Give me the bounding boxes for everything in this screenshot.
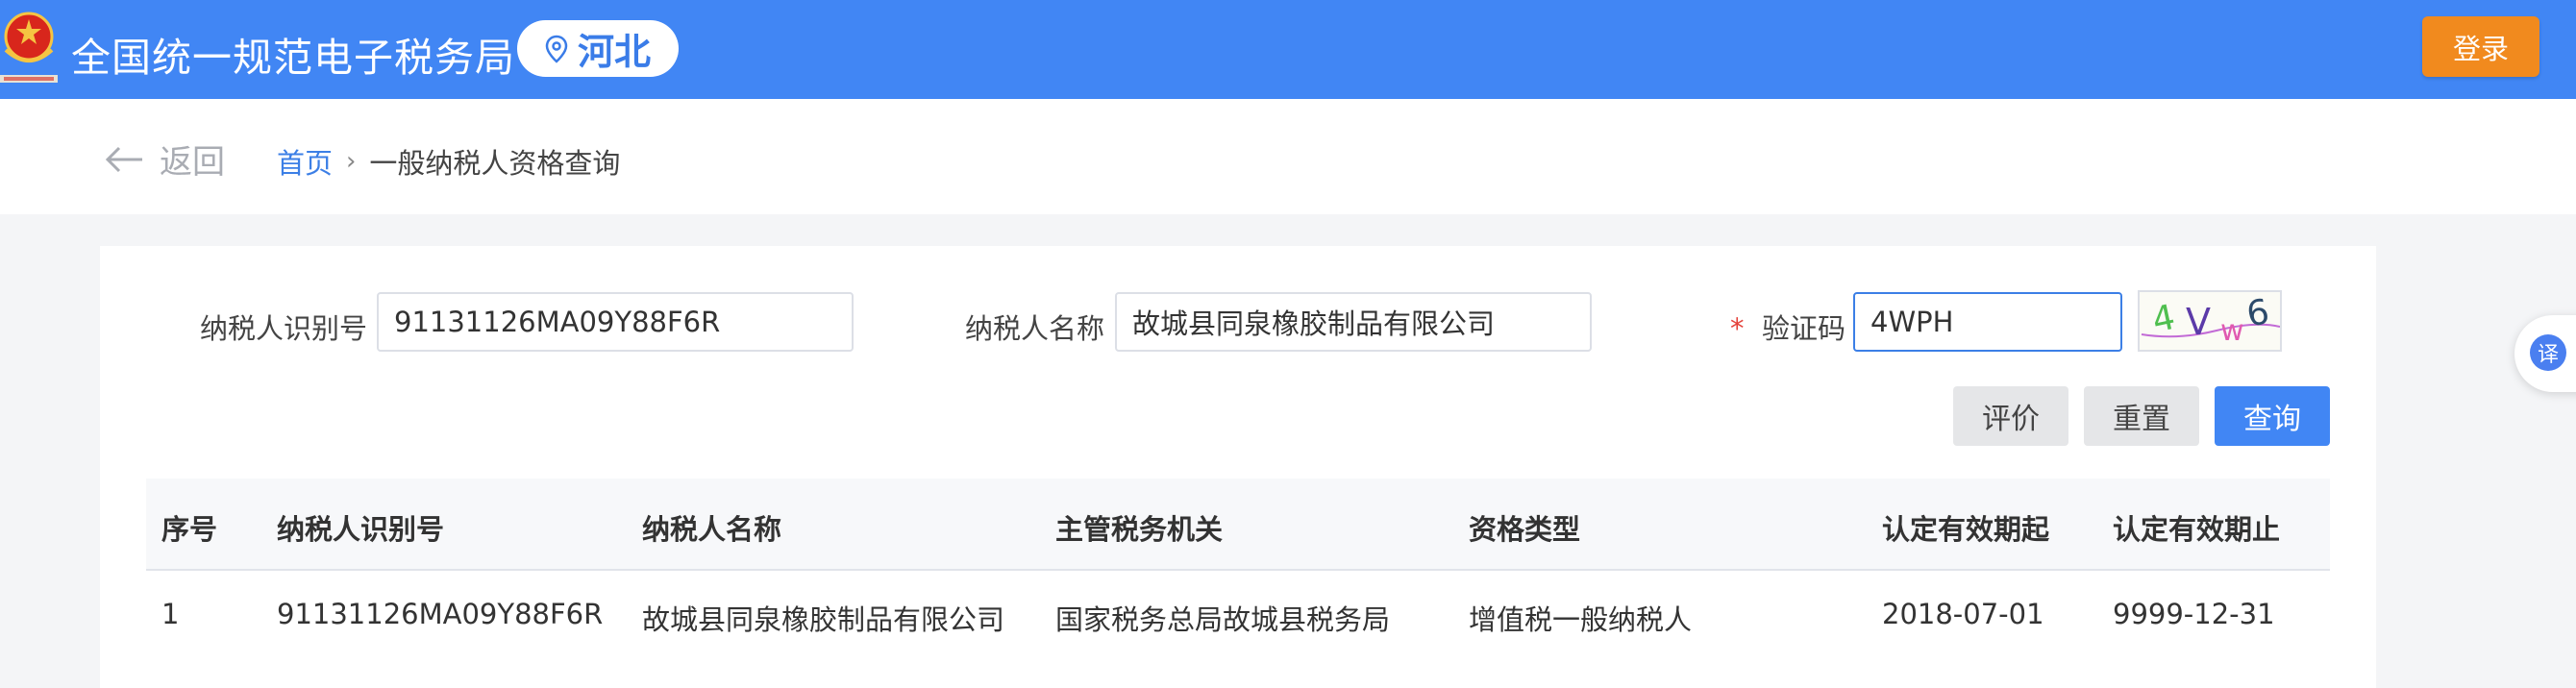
col-header-valid-from: 认定有效期起	[1882, 513, 2050, 546]
taxpayer-id-input[interactable]: 91131126MA09Y88F6R	[377, 292, 854, 352]
arrow-left-icon	[105, 146, 142, 172]
cell-taxpayer-id: 91131126MA09Y88F6R	[277, 598, 604, 630]
back-label: 返回	[160, 143, 225, 182]
national-emblem-icon	[0, 12, 58, 83]
back-button[interactable]: 返回	[104, 135, 225, 183]
breadcrumb: 首页 › 一般纳税人资格查询	[277, 141, 620, 182]
captcha-char-1: 4	[2149, 298, 2179, 341]
translate-widget[interactable]: 译	[2514, 315, 2576, 392]
captcha-label: * 验证码	[1730, 307, 1845, 347]
translate-icon: 译	[2530, 334, 2566, 371]
breadcrumb-bar: 返回 首页 › 一般纳税人资格查询	[0, 99, 2576, 214]
cell-qualification-type: 增值税一般纳税人	[1469, 603, 1693, 636]
captcha-char-4: 6	[2243, 292, 2272, 334]
table-row: 1 91131126MA09Y88F6R 故城县同泉橡胶制品有限公司 国家税务总…	[146, 571, 2330, 659]
cell-index: 1	[161, 598, 180, 630]
required-mark: *	[1730, 312, 1745, 345]
location-pin-icon	[545, 35, 568, 63]
top-header: 全国统一规范电子税务局 河北 登录	[0, 0, 2576, 99]
cell-tax-authority: 国家税务总局故城县税务局	[1055, 603, 1391, 636]
col-header-taxpayer-id: 纳税人识别号	[277, 513, 445, 546]
col-header-valid-to: 认定有效期止	[2113, 513, 2281, 546]
col-header-taxpayer-name: 纳税人名称	[642, 513, 782, 546]
reset-button[interactable]: 重置	[2084, 386, 2199, 446]
col-header-qualification-type: 资格类型	[1469, 513, 1581, 546]
breadcrumb-current: 一般纳税人资格查询	[369, 147, 621, 180]
taxpayer-name-label: 纳税人名称	[965, 312, 1105, 345]
cell-valid-to: 9999-12-31	[2113, 598, 2275, 630]
captcha-input[interactable]: 4WPH	[1853, 292, 2122, 352]
breadcrumb-home-link[interactable]: 首页	[277, 141, 333, 182]
region-selector[interactable]: 河北	[517, 20, 679, 77]
site-title: 全国统一规范电子税务局	[71, 35, 515, 81]
chevron-right-icon: ›	[346, 147, 357, 176]
cell-valid-from: 2018-07-01	[1882, 598, 2044, 630]
captcha-char-3: w	[2220, 314, 2244, 348]
taxpayer-id-label: 纳税人识别号	[200, 312, 368, 345]
captcha-label-text: 验证码	[1761, 312, 1845, 345]
captcha-graphic: 4 V w 6	[2141, 292, 2281, 348]
taxpayer-name-input[interactable]: 故城县同泉橡胶制品有限公司	[1115, 292, 1592, 352]
captcha-char-2: V	[2186, 301, 2211, 343]
captcha-image[interactable]: 4 V w 6	[2138, 290, 2282, 352]
evaluate-button[interactable]: 评价	[1953, 386, 2068, 446]
result-table-header: 序号 纳税人识别号 纳税人名称 主管税务机关 资格类型 认定有效期起 认定有效期…	[146, 479, 2330, 571]
col-header-index: 序号	[161, 513, 218, 546]
col-header-tax-authority: 主管税务机关	[1055, 513, 1224, 546]
cell-taxpayer-name: 故城县同泉橡胶制品有限公司	[642, 603, 1005, 636]
region-label: 河北	[577, 31, 651, 73]
login-button[interactable]: 登录	[2422, 16, 2539, 77]
query-button[interactable]: 查询	[2215, 386, 2330, 446]
